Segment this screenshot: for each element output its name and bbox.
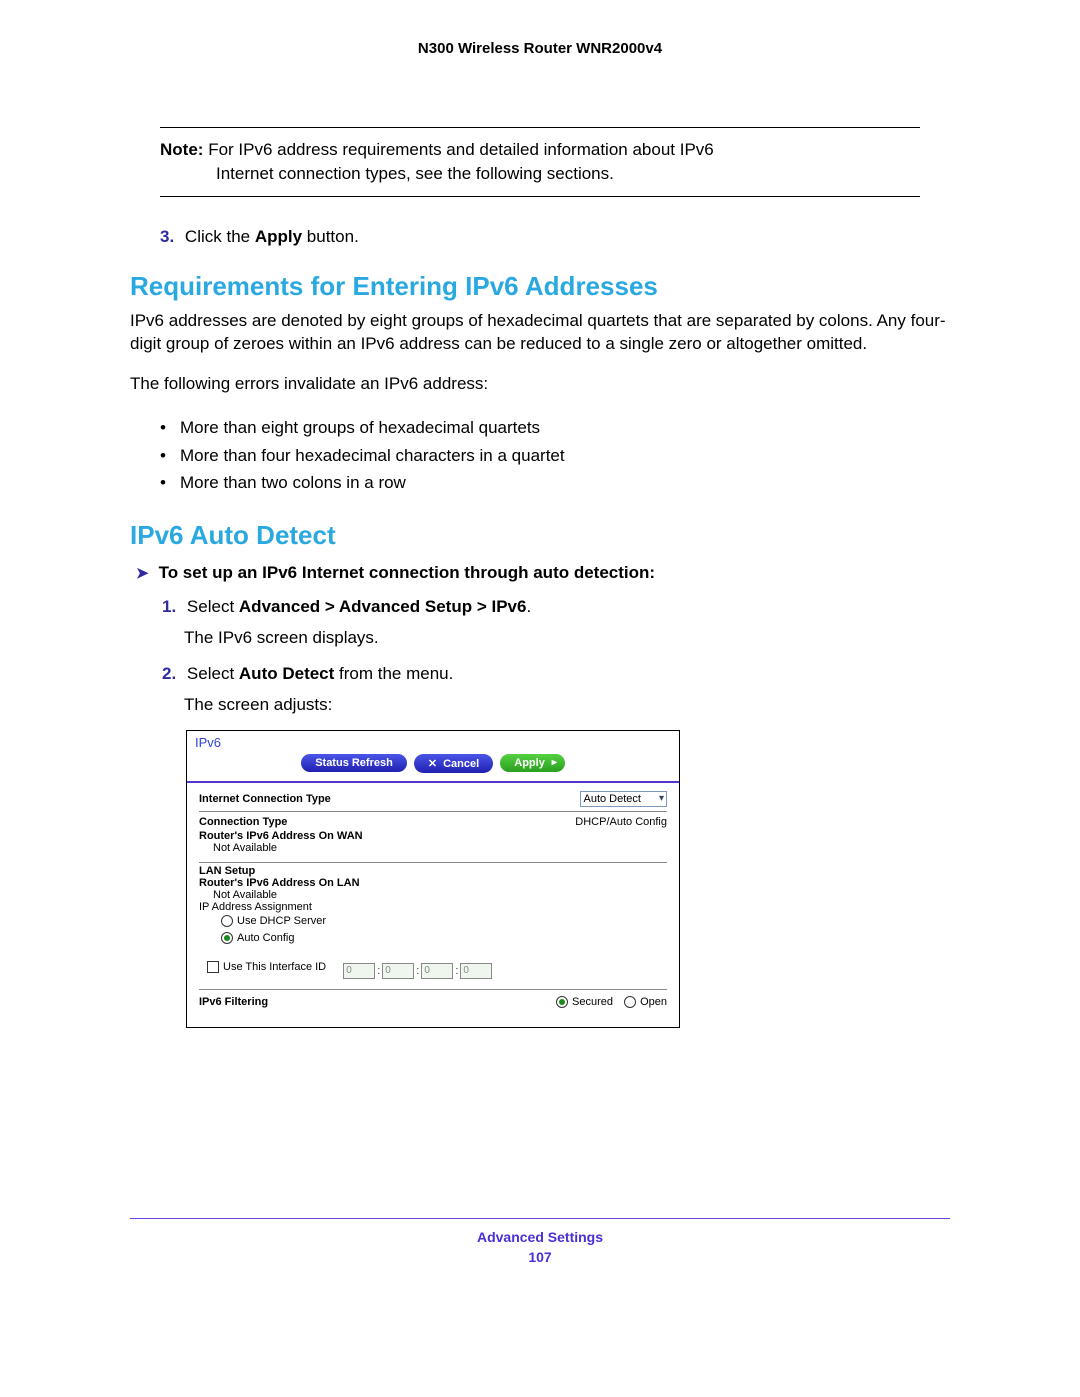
sectionA-p1: IPv6 addresses are denoted by eight grou…	[130, 310, 950, 356]
wan-address-label: Router's IPv6 Address On WAN	[199, 830, 667, 842]
step-2-sub: The screen adjusts:	[184, 693, 950, 718]
secured-label: Secured	[572, 996, 613, 1008]
panel-button-bar: Status Refresh ✕ Cancel Apply	[187, 750, 679, 783]
lan-address-label: Router's IPv6 Address On LAN	[199, 877, 667, 889]
bullet-1: More than eight groups of hexadecimal qu…	[180, 414, 540, 441]
connection-type-value: DHCP/Auto Config	[575, 816, 667, 828]
page-header-title: N300 Wireless Router WNR2000v4	[130, 40, 950, 57]
step-1-bold: Advanced > Advanced Setup > IPv6	[239, 597, 527, 616]
step-1-pre: Select	[187, 597, 239, 616]
step-3-pre: Click the	[185, 227, 255, 246]
filtering-secured-radio[interactable]: Secured	[556, 996, 613, 1008]
footer-section-label: Advanced Settings	[130, 1229, 950, 1245]
note-box: Note: For IPv6 address requirements and …	[160, 127, 920, 197]
colon-icon: :	[455, 965, 458, 977]
panel-title: IPv6	[187, 731, 679, 750]
chevron-down-icon: ▾	[659, 793, 664, 804]
step-2-bold: Auto Detect	[239, 664, 334, 683]
cancel-label: Cancel	[443, 758, 479, 770]
auto-config-label: Auto Config	[237, 932, 294, 944]
lan-address-value: Not Available	[199, 889, 667, 901]
heading-requirements: Requirements for Entering IPv6 Addresses	[130, 271, 950, 302]
sectionA-p2: The following errors invalidate an IPv6 …	[130, 373, 950, 396]
ifid-input-2[interactable]	[382, 963, 414, 979]
use-dhcp-label: Use DHCP Server	[237, 915, 326, 927]
step-2-num: 2.	[162, 664, 176, 683]
step-2-pre: Select	[187, 664, 239, 683]
ifid-input-1[interactable]	[343, 963, 375, 979]
error-bullets: •More than eight groups of hexadecimal q…	[160, 414, 950, 496]
use-interface-id-label: Use This Interface ID	[223, 961, 326, 973]
wan-address-value: Not Available	[199, 842, 667, 854]
note-label: Note:	[160, 140, 203, 159]
connection-type-label: Connection Type	[199, 816, 287, 828]
ipv6-filtering-label: IPv6 Filtering	[199, 996, 268, 1011]
lan-setup-label: LAN Setup	[199, 865, 667, 877]
cancel-button[interactable]: ✕ Cancel	[414, 754, 493, 773]
open-label: Open	[640, 996, 667, 1008]
step-2-post: from the menu.	[334, 664, 453, 683]
procedure-pointer: ➤ To set up an IPv6 Internet connection t…	[136, 563, 950, 583]
interface-id-inputs: : : :	[343, 963, 492, 979]
note-line2: Internet connection types, see the follo…	[160, 162, 920, 186]
bullet-3: More than two colons in a row	[180, 469, 406, 496]
note-line1: For IPv6 address requirements and detail…	[208, 140, 714, 159]
auto-config-radio[interactable]: Auto Config	[221, 932, 294, 944]
step-1: 1. Select Advanced > Advanced Setup > IP…	[162, 595, 950, 620]
bullet-2: More than four hexadecimal characters in…	[180, 442, 565, 469]
bullet-icon: •	[160, 414, 180, 441]
step-3-bold: Apply	[255, 227, 302, 246]
step-3-num: 3.	[160, 227, 174, 246]
step-3: 3. Click the Apply button.	[160, 227, 950, 247]
apply-button[interactable]: Apply	[500, 754, 565, 772]
colon-icon: :	[416, 965, 419, 977]
step-1-post: .	[526, 597, 531, 616]
heading-auto-detect: IPv6 Auto Detect	[130, 520, 950, 551]
step-3-post: button.	[302, 227, 359, 246]
status-refresh-button[interactable]: Status Refresh	[301, 754, 407, 772]
footer-page-number: 107	[130, 1249, 950, 1265]
internet-connection-type-select[interactable]: Auto Detect ▾	[580, 791, 667, 807]
ict-value: Auto Detect	[583, 793, 640, 805]
filtering-open-radio[interactable]: Open	[624, 996, 667, 1008]
bullet-icon: •	[160, 442, 180, 469]
ipv6-config-panel: IPv6 Status Refresh ✕ Cancel Apply Intern…	[186, 730, 680, 1028]
pointer-text: To set up an IPv6 Internet connection th…	[159, 563, 655, 582]
step-1-num: 1.	[162, 597, 176, 616]
use-dhcp-radio[interactable]: Use DHCP Server	[221, 915, 326, 927]
page-footer: Advanced Settings 107	[130, 1218, 950, 1265]
internet-connection-type-label: Internet Connection Type	[199, 793, 331, 805]
step-2: 2. Select Auto Detect from the menu.	[162, 662, 950, 687]
arrow-icon: ➤	[136, 565, 149, 582]
ifid-input-4[interactable]	[460, 963, 492, 979]
bullet-icon: •	[160, 469, 180, 496]
colon-icon: :	[377, 965, 380, 977]
close-icon: ✕	[428, 758, 437, 770]
ifid-input-3[interactable]	[421, 963, 453, 979]
use-interface-id-checkbox[interactable]: Use This Interface ID	[207, 961, 326, 973]
step-1-sub: The IPv6 screen displays.	[184, 626, 950, 651]
ip-assignment-label: IP Address Assignment	[199, 901, 667, 913]
